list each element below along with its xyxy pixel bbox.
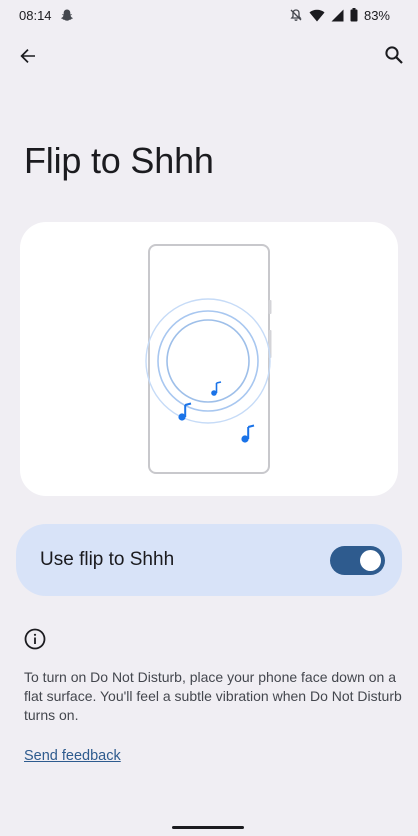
flip-phone-illustration	[145, 244, 272, 474]
send-feedback-link[interactable]: Send feedback	[24, 748, 121, 764]
signal-icon	[331, 9, 344, 22]
music-note-icon	[241, 424, 255, 443]
snapchat-icon	[60, 8, 74, 22]
back-button[interactable]	[10, 38, 46, 74]
illustration-card	[20, 222, 398, 496]
search-button[interactable]	[376, 37, 412, 73]
status-bar: 08:14 83%	[0, 0, 418, 30]
vibration-ring-outer	[145, 298, 271, 424]
use-flip-to-shhh-toggle-row[interactable]: Use flip to Shhh	[16, 524, 402, 596]
search-icon	[385, 46, 403, 64]
page-title: Flip to Shhh	[24, 140, 214, 181]
arrow-back-icon	[20, 49, 35, 63]
status-left: 08:14	[19, 8, 74, 23]
music-note-icon	[178, 402, 192, 421]
vibration-ring-inner	[166, 319, 250, 403]
info-icon	[24, 628, 46, 655]
status-time: 08:14	[19, 7, 52, 23]
wifi-icon	[309, 9, 325, 22]
home-indicator[interactable]	[172, 826, 244, 829]
top-app-bar	[0, 36, 418, 76]
phone-side-button	[268, 300, 272, 314]
use-flip-to-shhh-switch[interactable]	[330, 545, 385, 575]
vibration-ring-middle	[157, 310, 259, 412]
toggle-label: Use flip to Shhh	[40, 549, 175, 570]
status-right: 83%	[289, 8, 390, 23]
switch-thumb	[360, 549, 381, 571]
bell-off-icon	[289, 8, 303, 22]
battery-percentage: 83%	[363, 7, 390, 23]
music-note-icon	[211, 381, 222, 396]
battery-icon	[350, 8, 358, 22]
description-text: To turn on Do Not Disturb, place your ph…	[24, 669, 402, 723]
